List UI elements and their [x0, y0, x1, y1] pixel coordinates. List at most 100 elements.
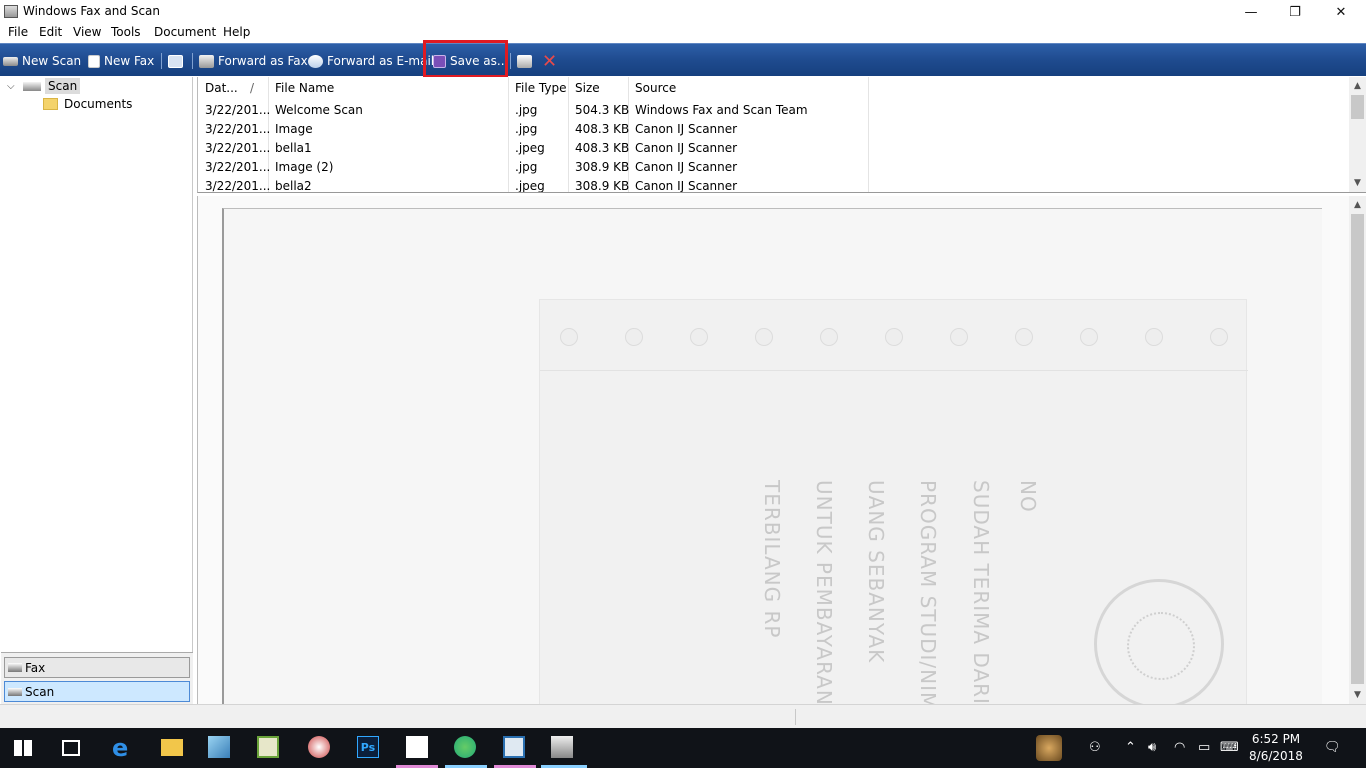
- toolbar: New Scan New Fax Forward as Fax Forward …: [0, 43, 1366, 76]
- document-preview: NO SUDAH TERIMA DARI PROGRAM STUDI/NIM U…: [197, 196, 1366, 704]
- row-date: 3/22/201...: [205, 103, 271, 117]
- toolbar-separator: [510, 53, 511, 69]
- menu-help[interactable]: Help: [223, 25, 250, 39]
- scanner-icon: [8, 687, 22, 696]
- volume-icon[interactable]: 🔊︎: [1148, 740, 1156, 755]
- scroll-down-arrow-icon[interactable]: ▼: [1349, 174, 1366, 191]
- sticky-notes-icon[interactable]: [406, 736, 428, 758]
- menu-edit[interactable]: Edit: [39, 25, 62, 39]
- table-row[interactable]: 3/22/201... Image (2) .jpg 308.9 KB Cano…: [198, 158, 1348, 177]
- tree-node-scan[interactable]: ⌵ Scan: [7, 78, 81, 94]
- status-bar: [0, 704, 1366, 728]
- row-type: .jpg: [515, 103, 538, 117]
- table-row[interactable]: 3/22/201... Image .jpg 408.3 KB Canon IJ…: [198, 120, 1348, 139]
- expand-chevron-icon[interactable]: ⌵: [7, 81, 21, 92]
- new-fax-button[interactable]: New Fax: [88, 52, 154, 70]
- scrollbar-thumb[interactable]: [1351, 95, 1364, 119]
- forward-as-email-label: Forward as E-mail: [327, 54, 435, 68]
- scanned-page: NO SUDAH TERIMA DARI PROGRAM STUDI/NIM U…: [222, 208, 1322, 704]
- row-date: 3/22/201...: [205, 141, 271, 155]
- battery-icon[interactable]: ▭: [1198, 740, 1210, 755]
- tree-label-documents: Documents: [64, 97, 133, 111]
- keyboard-icon[interactable]: ⌨: [1220, 740, 1239, 755]
- nav-tab-scan[interactable]: Scan: [4, 681, 190, 702]
- row-source: Canon IJ Scanner: [635, 141, 738, 155]
- print-button[interactable]: [517, 52, 536, 70]
- edge-browser-icon[interactable]: e: [112, 734, 134, 762]
- column-header-date[interactable]: Dat...: [205, 81, 238, 95]
- tray-chevron-up-icon[interactable]: ⌃: [1125, 740, 1136, 755]
- view-toggle-button[interactable]: [168, 52, 187, 70]
- row-date: 3/22/201...: [205, 122, 271, 136]
- clock-time: 6:52 PM: [1251, 732, 1301, 746]
- paint-icon[interactable]: [308, 736, 330, 758]
- perforation-hole: [560, 328, 578, 346]
- row-name: Image: [275, 122, 313, 136]
- scanner-icon: [3, 56, 18, 66]
- windows-start-icon[interactable]: [14, 740, 32, 756]
- row-source: Windows Fax and Scan Team: [635, 103, 808, 117]
- new-fax-label: New Fax: [104, 54, 155, 68]
- column-header-file-name[interactable]: File Name: [275, 81, 334, 95]
- forward-as-fax-button[interactable]: Forward as Fax: [199, 52, 308, 70]
- photoshop-icon[interactable]: Ps: [357, 736, 379, 758]
- task-view-icon[interactable]: [62, 740, 80, 756]
- folder-icon: [43, 98, 58, 110]
- scroll-down-arrow-icon[interactable]: ▼: [1349, 686, 1366, 703]
- app-icon[interactable]: [208, 736, 230, 758]
- scrollbar-thumb[interactable]: [1351, 214, 1364, 684]
- perforation-hole: [755, 328, 773, 346]
- navigation-tabs: Fax Scan: [1, 652, 193, 704]
- wifi-icon[interactable]: ◠: [1174, 740, 1185, 755]
- menu-document[interactable]: Document: [154, 25, 216, 39]
- scroll-up-arrow-icon[interactable]: ▲: [1349, 77, 1366, 94]
- table-row[interactable]: 3/22/201... Welcome Scan .jpg 504.3 KB W…: [198, 101, 1348, 120]
- receipt-text-study-program: PROGRAM STUDI/NIM: [916, 480, 940, 704]
- column-header-source[interactable]: Source: [635, 81, 676, 95]
- menu-view[interactable]: View: [73, 25, 101, 39]
- printer-icon: [517, 54, 532, 68]
- table-row[interactable]: 3/22/201... bella1 .jpeg 408.3 KB Canon …: [198, 139, 1348, 158]
- row-name: bella1: [275, 141, 312, 155]
- notepad-icon[interactable]: [257, 736, 279, 758]
- reader-app-icon[interactable]: [503, 736, 525, 758]
- save-as-highlight-box: [423, 40, 508, 78]
- row-size: 408.3 KB: [575, 141, 630, 155]
- forward-as-email-button[interactable]: Forward as E-mail: [308, 52, 434, 70]
- minimize-button[interactable]: —: [1228, 0, 1274, 24]
- new-scan-button[interactable]: New Scan: [3, 52, 81, 70]
- row-source: Canon IJ Scanner: [635, 179, 738, 193]
- fax-and-scan-taskbar-icon[interactable]: [551, 736, 573, 758]
- column-header-file-type[interactable]: File Type: [515, 81, 566, 95]
- row-name: bella2: [275, 179, 312, 193]
- file-explorer-icon[interactable]: [161, 739, 183, 756]
- scroll-up-arrow-icon[interactable]: ▲: [1349, 196, 1366, 213]
- menu-tools[interactable]: Tools: [111, 25, 141, 39]
- restore-button[interactable]: ❐: [1272, 0, 1318, 24]
- preview-scrollbar[interactable]: ▲ ▼: [1349, 196, 1366, 704]
- user-avatar-icon[interactable]: [1036, 735, 1062, 761]
- list-scrollbar[interactable]: ▲ ▼: [1349, 77, 1366, 192]
- close-button[interactable]: ✕: [1318, 0, 1364, 24]
- tree-node-documents[interactable]: Documents: [43, 97, 132, 111]
- nav-tab-scan-label: Scan: [25, 684, 55, 699]
- internet-download-manager-icon[interactable]: [454, 736, 476, 758]
- scan-file-list: Dat... / File Name File Type Size Source…: [197, 77, 1366, 193]
- menu-file[interactable]: File: [8, 25, 28, 39]
- taskbar: e Ps ⚇ ⌃ 🔊︎ ◠ ▭ ⌨ 6:52 PM 8/6/2018 🗨︎: [0, 728, 1366, 768]
- taskbar-clock[interactable]: 6:52 PM 8/6/2018: [1244, 731, 1308, 765]
- forward-as-fax-label: Forward as Fax: [218, 54, 308, 68]
- tear-line: [540, 370, 1248, 371]
- tree-label-scan: Scan: [45, 78, 81, 94]
- action-center-icon[interactable]: 🗨︎: [1324, 740, 1341, 755]
- nav-tab-fax[interactable]: Fax: [4, 657, 190, 678]
- delete-button[interactable]: ✕: [542, 51, 557, 72]
- fax-machine-icon: [199, 54, 214, 68]
- toolbar-separator: [161, 53, 162, 69]
- column-header-size[interactable]: Size: [575, 81, 600, 95]
- people-icon[interactable]: ⚇: [1089, 740, 1101, 755]
- receipt-text-no: NO: [1016, 480, 1040, 513]
- scanner-icon: [23, 81, 41, 91]
- table-row[interactable]: 3/22/201... bella2 .jpeg 308.9 KB Canon …: [198, 177, 1348, 193]
- receipt-text-payment-for: UNTUK PEMBAYARAN: [812, 480, 836, 704]
